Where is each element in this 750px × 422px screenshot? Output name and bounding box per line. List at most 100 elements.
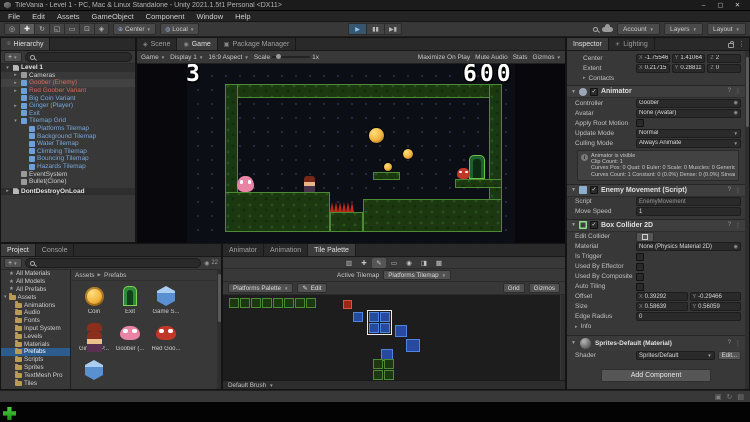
game-viewport[interactable]: 3 600 xyxy=(137,64,565,244)
hierarchy-item-cameras[interactable]: ▸Cameras xyxy=(1,72,135,80)
default-brush-dropdown[interactable]: Default Brush▼ xyxy=(228,382,274,389)
maximize-button[interactable]: ▢ xyxy=(712,0,729,11)
move-tool-icon[interactable]: ✚ xyxy=(357,258,371,268)
stats-toggle[interactable]: Stats xyxy=(513,54,528,61)
is-trigger-checkbox[interactable] xyxy=(636,253,644,261)
menu-file[interactable]: File xyxy=(2,11,26,21)
box-fill-tool-icon[interactable]: ▭ xyxy=(387,258,401,268)
eraser-tool-icon[interactable]: ◨ xyxy=(417,258,431,268)
menu-assets[interactable]: Assets xyxy=(51,11,86,21)
extent-x-field[interactable]: X0.21715 xyxy=(636,64,670,73)
component-enabled-checkbox[interactable]: ✓ xyxy=(590,186,598,194)
select-tool-icon[interactable]: ▥ xyxy=(342,258,356,268)
culling-mode-dropdown[interactable]: Always Animate▼ xyxy=(636,139,741,148)
edit-collider-button[interactable] xyxy=(636,232,654,242)
hierarchy-item-bullet-clone[interactable]: Bullet(Clone) xyxy=(1,178,135,186)
asset-exit[interactable]: Exit xyxy=(112,282,148,319)
folder-levels[interactable]: Levels xyxy=(1,332,70,340)
asset-red-goober[interactable]: Red Goo... xyxy=(148,319,184,356)
offset-x-field[interactable]: X0.39292 xyxy=(636,292,688,301)
rect-tool-icon[interactable]: ▭ xyxy=(64,23,79,35)
center-z-field[interactable]: Z2 xyxy=(707,54,741,63)
move-tool-icon[interactable]: ✚ xyxy=(19,23,34,35)
picker-tool-icon[interactable]: ◉ xyxy=(402,258,416,268)
project-search-input[interactable] xyxy=(25,258,202,268)
physics-material-field[interactable]: None (Physics Material 2D)◉ xyxy=(636,242,741,251)
tab-animator[interactable]: Animator xyxy=(223,244,264,256)
kebab-menu-icon[interactable]: ⋮ xyxy=(735,340,741,347)
asset-ginger-player[interactable]: Ginger (P... xyxy=(76,319,112,356)
shader-edit-button[interactable]: Edit... xyxy=(718,351,741,360)
palette-scrollbar[interactable] xyxy=(561,295,565,382)
hierarchy-item-water-tilemap[interactable]: Water Tilemap xyxy=(1,140,135,148)
folder-all-models[interactable]: ★All Models xyxy=(1,278,70,286)
menu-edit[interactable]: Edit xyxy=(26,11,51,21)
slider-track[interactable] xyxy=(272,56,310,58)
folder-materials[interactable]: Materials xyxy=(1,340,70,348)
play-button[interactable]: ▶ xyxy=(348,23,366,35)
tab-hierarchy[interactable]: ≡Hierarchy xyxy=(1,38,50,50)
help-icon[interactable]: ? xyxy=(728,88,731,95)
center-x-field[interactable]: X-1.75546 xyxy=(636,54,670,63)
folder-animations[interactable]: Animations xyxy=(1,301,70,309)
hierarchy-item-dontdestroyonload[interactable]: ▸DontDestroyOnLoad xyxy=(1,188,135,196)
auto-tiling-checkbox[interactable] xyxy=(636,283,644,291)
used-by-effector-checkbox[interactable] xyxy=(636,263,644,271)
foldout-icon[interactable]: ▼ xyxy=(571,89,576,95)
folder-all-prefabs[interactable]: ★All Prefabs xyxy=(1,286,70,294)
folder-sprites[interactable]: Sprites xyxy=(1,364,70,372)
grid-toggle-button[interactable]: Grid xyxy=(503,283,525,293)
avatar-object-field[interactable]: None (Avatar)◉ xyxy=(636,109,741,118)
material-header[interactable]: ▼ Sprites-Default (Material) ?⋮ xyxy=(567,336,745,351)
kebab-menu-icon[interactable]: ⋮ xyxy=(735,222,741,229)
inspector-scrollbar[interactable] xyxy=(745,51,749,389)
tile-palette-canvas[interactable] xyxy=(223,295,560,382)
minimize-button[interactable]: – xyxy=(695,0,712,11)
flood-fill-tool-icon[interactable]: ▩ xyxy=(432,258,446,268)
palette-dropdown[interactable]: Platforms Palette▼ xyxy=(228,283,293,293)
extent-z-field[interactable]: Z0 xyxy=(707,64,741,73)
edge-radius-field[interactable]: 0 xyxy=(636,312,741,321)
slider-thumb[interactable] xyxy=(276,54,281,59)
cloud-collab-icon[interactable] xyxy=(602,27,613,32)
collider-info-foldout[interactable]: ▸Info xyxy=(567,322,745,332)
mute-audio-toggle[interactable]: Mute Audio xyxy=(475,54,508,61)
component-enabled-checkbox[interactable]: ✓ xyxy=(590,221,598,229)
scale-slider[interactable]: Scale1x xyxy=(254,54,319,61)
account-dropdown[interactable]: Account▼ xyxy=(617,23,660,35)
asset-goober[interactable]: Goober (... xyxy=(112,319,148,356)
progress-status-icon[interactable]: ▤ xyxy=(737,393,744,401)
foldout-icon[interactable]: ▸ xyxy=(12,80,19,86)
maximize-on-play-toggle[interactable]: Maximize On Play xyxy=(418,54,470,61)
foldout-icon[interactable]: ▾ xyxy=(4,294,7,300)
layers-dropdown[interactable]: Layers▼ xyxy=(664,23,703,35)
hierarchy-item-bouncing-tilemap[interactable]: Bouncing Tilemap xyxy=(1,155,135,163)
project-scrollbar[interactable] xyxy=(217,270,221,389)
hierarchy-item-goober-enemy[interactable]: ▸Goober (Enemy) xyxy=(1,79,135,87)
hierarchy-item-tilemap-grid[interactable]: ▾Tilemap Grid xyxy=(1,117,135,125)
folder-input-system[interactable]: Input System xyxy=(1,325,70,333)
gizmos-dropdown[interactable]: Gizmos▼ xyxy=(533,54,562,61)
folder-assets[interactable]: ▾Assets xyxy=(1,293,70,301)
enemy-movement-component-header[interactable]: ▼ ✓ Enemy Movement (Script) ?⋮ xyxy=(567,184,745,197)
custom-tool-icon[interactable]: ◈ xyxy=(94,23,109,35)
update-mode-dropdown[interactable]: Normal▼ xyxy=(636,129,741,138)
hierarchy-item-exit[interactable]: Exit xyxy=(1,110,135,118)
extent-y-field[interactable]: Y0.28811 xyxy=(672,64,706,73)
hierarchy-item-level-1[interactable]: ▾Level 1 xyxy=(1,64,135,72)
transform-tool-icon[interactable]: ⊡ xyxy=(79,23,94,35)
tab-inspector[interactable]: Inspector xyxy=(567,38,609,50)
size-y-field[interactable]: Y0.56059 xyxy=(690,302,742,311)
folder-textmesh-pro[interactable]: TextMesh Pro xyxy=(1,371,70,379)
foldout-icon[interactable]: ▼ xyxy=(571,222,576,228)
asset-game-session[interactable]: Game S... xyxy=(148,282,184,319)
search-icon[interactable] xyxy=(593,27,598,32)
hierarchy-item-hazards-tilemap[interactable]: Hazards Tilemap xyxy=(1,163,135,171)
tab-package-manager[interactable]: ▣Package Manager xyxy=(218,38,297,50)
pan-tool-icon[interactable]: ◎ xyxy=(4,23,19,35)
hierarchy-item-eventsystem[interactable]: EventSystem xyxy=(1,170,135,178)
apply-root-motion-checkbox[interactable] xyxy=(636,119,644,127)
tab-tile-palette[interactable]: Tile Palette xyxy=(308,244,356,256)
add-component-button[interactable]: Add Component xyxy=(601,369,711,382)
foldout-icon[interactable]: ▼ xyxy=(571,340,576,346)
